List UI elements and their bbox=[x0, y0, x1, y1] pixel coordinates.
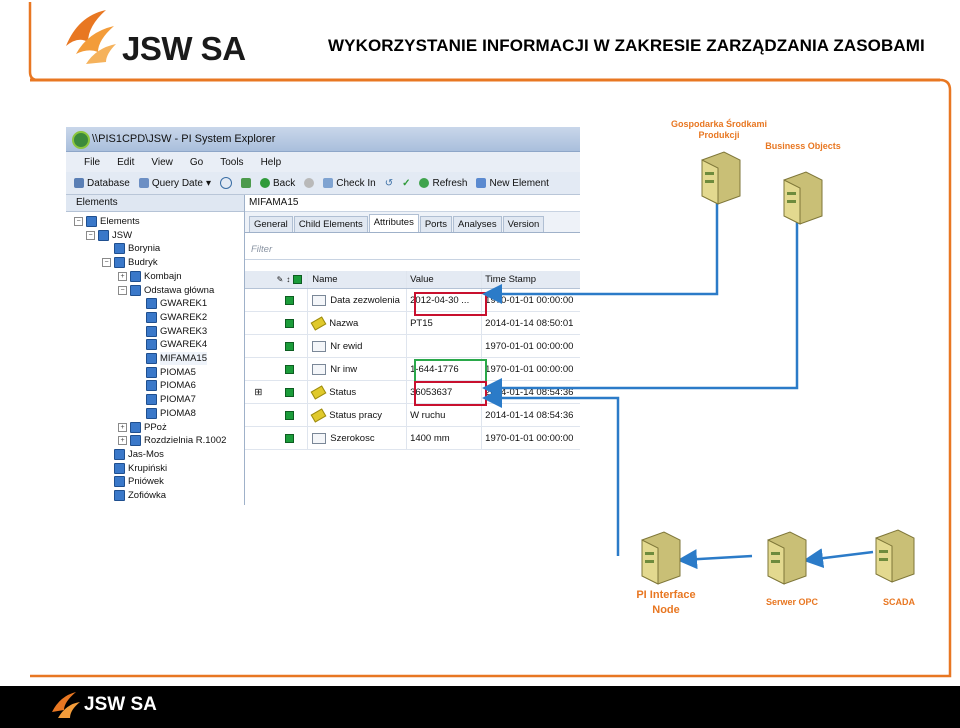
server-scada-icon bbox=[875, 529, 915, 583]
server-business-objects-icon bbox=[783, 171, 823, 225]
footer-flame-logo-icon bbox=[52, 692, 80, 718]
connector-pi-interface bbox=[482, 388, 620, 556]
label-gospodarka: Gospodarka Środkami Produkcji bbox=[670, 119, 768, 140]
connector-business-objects bbox=[482, 222, 799, 398]
label-pi-interface-node: PI Interface Node bbox=[636, 589, 696, 616]
label-scada: SCADA bbox=[882, 597, 915, 607]
label-serwer-opc: Serwer OPC bbox=[765, 597, 819, 607]
footer-logo-text: JSW SA bbox=[84, 694, 157, 715]
footer-bar: JSW SA bbox=[0, 686, 960, 728]
server-pi-interface-icon bbox=[641, 531, 681, 585]
server-opc-icon bbox=[767, 531, 807, 585]
label-business-objects: Business Objects bbox=[765, 141, 841, 151]
server-gospodarka-icon bbox=[701, 151, 741, 205]
connector-diagram bbox=[482, 151, 915, 585]
connector-scada bbox=[803, 548, 874, 569]
connector-gospodarka bbox=[482, 200, 719, 304]
connector-opc bbox=[677, 549, 753, 570]
